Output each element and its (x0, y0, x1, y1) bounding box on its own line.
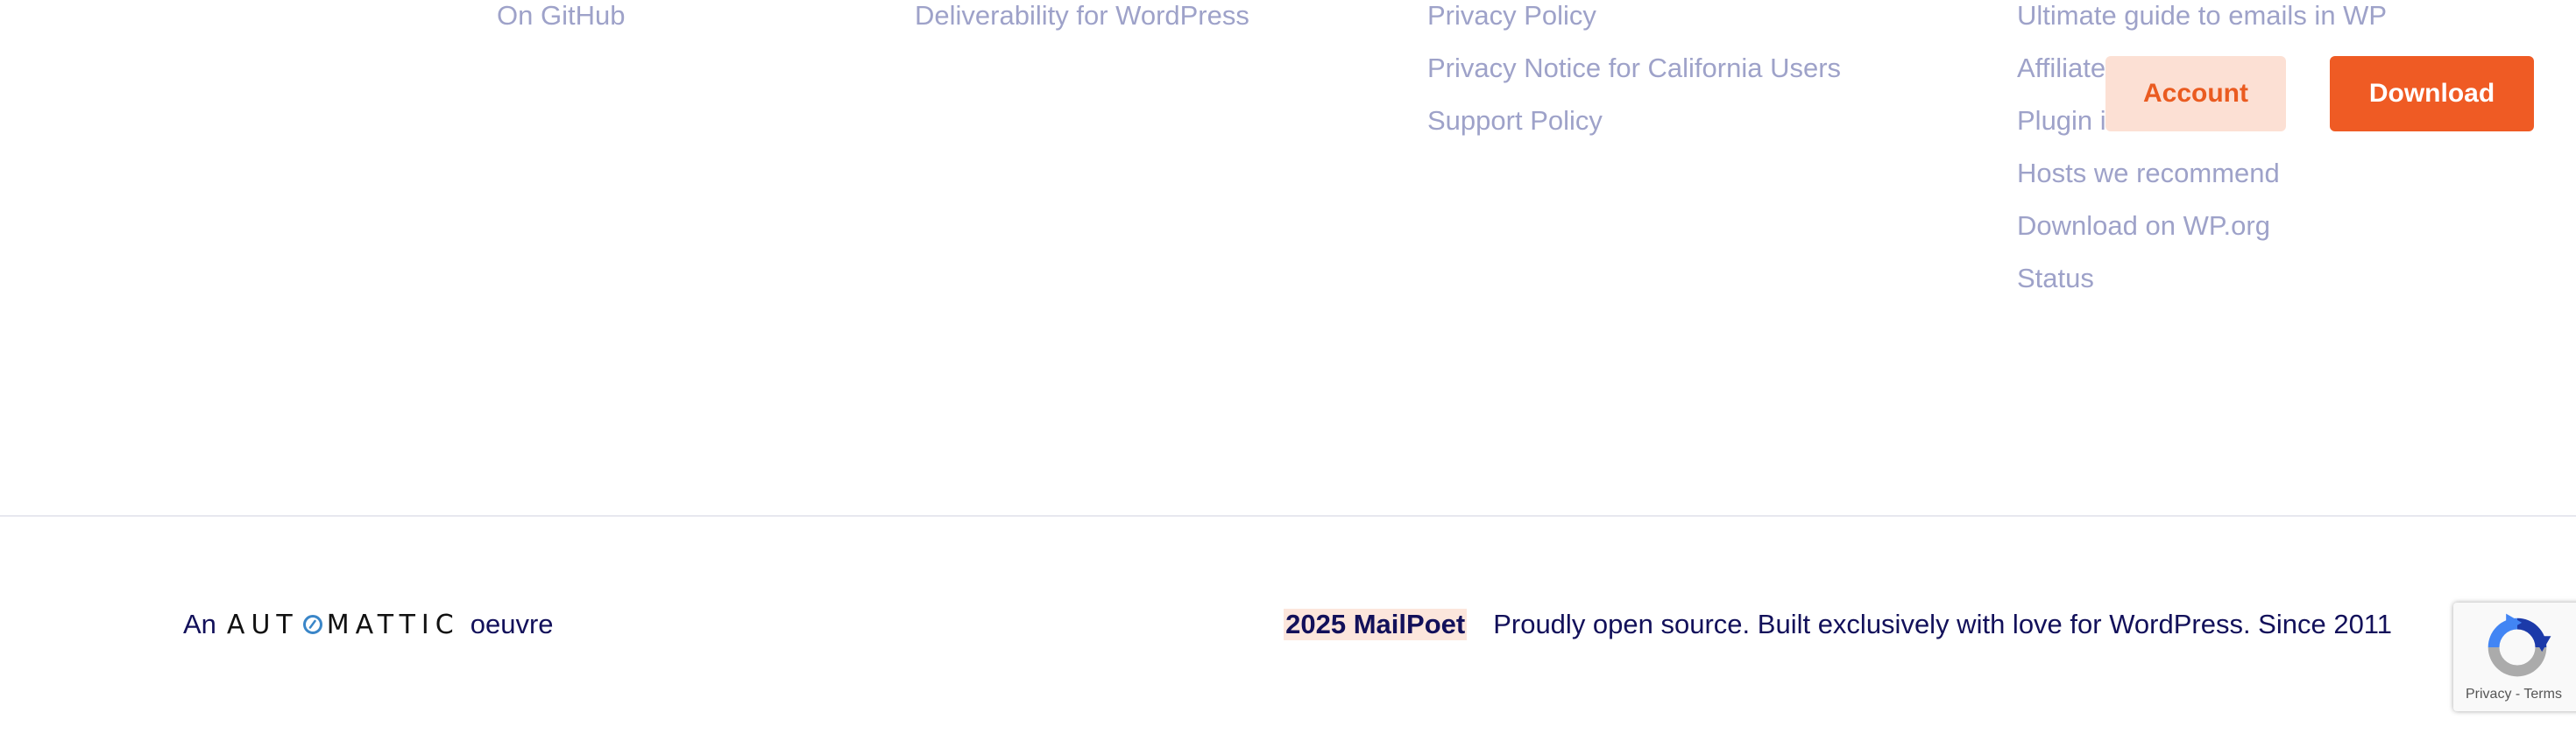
footer-bottom-right: 2025 MailPoet Proudly open source. Built… (1284, 607, 2392, 642)
footer-link-hosts-we-recommend[interactable]: Hosts we recommend (2017, 158, 2280, 189)
footer-link-plugin-integrations[interactable]: Plugin i (2017, 105, 2106, 137)
footer-link-ultimate-guide[interactable]: Ultimate guide to emails in WP (2017, 0, 2387, 32)
footer-link-support-policy[interactable]: Support Policy (1427, 105, 1603, 137)
wordmark-part-2: MATTIC (326, 609, 460, 640)
credit-suffix: oeuvre (470, 609, 554, 639)
footer-link-status[interactable]: Status (2017, 263, 2094, 294)
automattic-credit: An AUT MATTIC oeuvre (183, 607, 554, 642)
footer-link-on-github[interactable]: On GitHub (497, 0, 625, 32)
automattic-o-icon (302, 615, 322, 634)
footer-divider (0, 515, 2576, 517)
footer-link-affiliate[interactable]: Affiliate (2017, 53, 2105, 84)
copyright-text: 2025 MailPoet (1284, 609, 1468, 640)
download-button[interactable]: Download (2330, 56, 2534, 131)
account-button[interactable]: Account (2105, 56, 2286, 131)
tagline-text: Proudly open source. Built exclusively w… (1493, 609, 2392, 639)
footer-link-deliverability[interactable]: Deliverability for WordPress (915, 0, 1249, 32)
recaptcha-terms-link[interactable]: Privacy - Terms (2466, 687, 2562, 702)
footer-link-privacy-notice-california[interactable]: Privacy Notice for California Users (1427, 53, 1841, 84)
footer-link-download-wp-org[interactable]: Download on WP.org (2017, 210, 2270, 242)
footer-link-privacy-policy[interactable]: Privacy Policy (1427, 0, 1596, 32)
recaptcha-badge[interactable]: Privacy - Terms (2453, 603, 2576, 711)
automattic-wordmark[interactable]: AUT MATTIC (227, 610, 460, 640)
credit-prefix: An (183, 609, 216, 639)
recaptcha-logo-icon (2488, 613, 2551, 677)
wordmark-part-1: AUT (226, 609, 299, 640)
